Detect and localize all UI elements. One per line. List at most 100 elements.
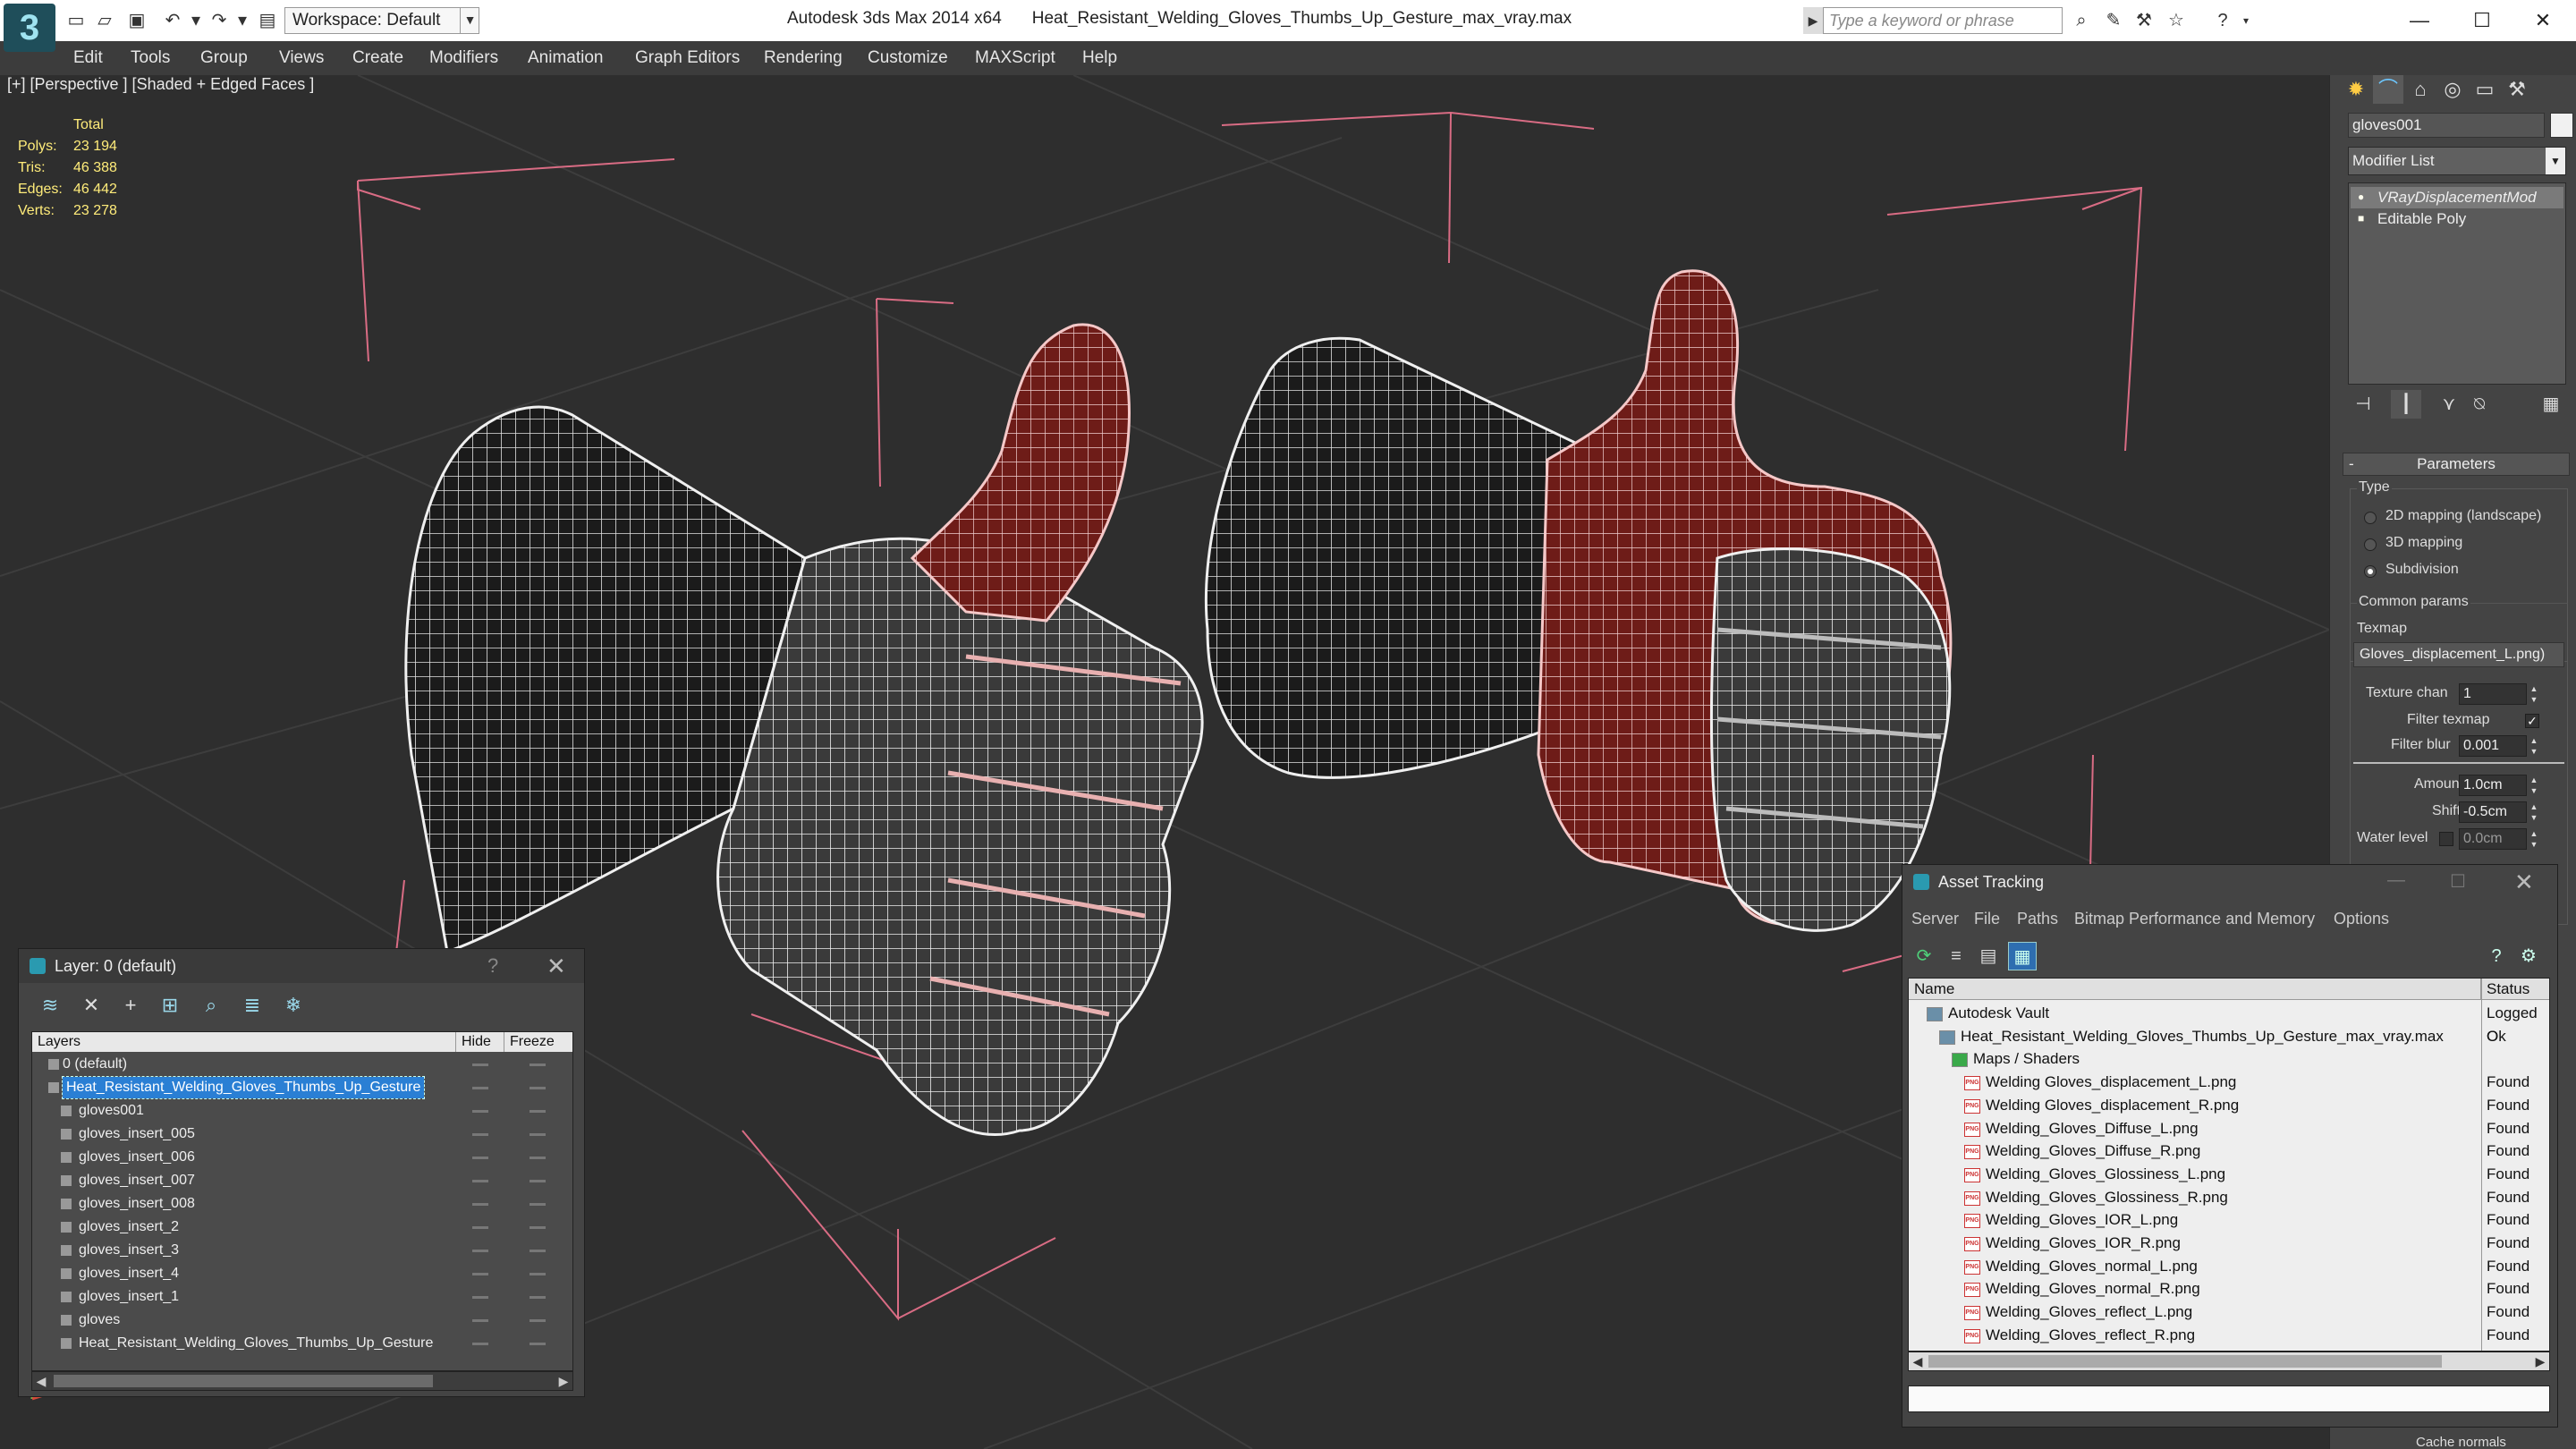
spinner-icon[interactable]: ▲ ▼ (2529, 775, 2539, 796)
utilities-tab-icon[interactable]: ⚒ (2502, 75, 2532, 104)
freeze-all-icon[interactable]: ❄ (276, 990, 310, 1021)
object-row[interactable]: gloves_insert_1 (32, 1286, 572, 1308)
layer-name[interactable]: gloves (79, 1309, 120, 1331)
table-view-icon[interactable]: ▦ (2008, 942, 2037, 970)
menu-views[interactable]: Views (279, 41, 324, 75)
open-file-icon[interactable]: ▱ (93, 9, 116, 32)
help-icon[interactable]: ? (2482, 942, 2511, 970)
hide-toggle[interactable] (472, 1319, 488, 1322)
viewport-label[interactable]: [+] [Perspective ] [Shaded + Edged Faces… (7, 75, 314, 94)
stack-item-editable-poly[interactable]: ■ Editable Poly (2351, 208, 2563, 230)
spinner-icon[interactable]: ▲ ▼ (2529, 683, 2539, 705)
layer-row[interactable]: 0 (default) (32, 1054, 572, 1075)
remove-modifier-icon[interactable]: ⍉ (2464, 390, 2495, 419)
hide-toggle[interactable] (472, 1343, 488, 1345)
freeze-toggle[interactable] (530, 1226, 546, 1229)
asset-row[interactable]: PNG Welding_Gloves_normal_R.png Found (1909, 1277, 2549, 1301)
layer-name[interactable]: gloves_insert_2 (79, 1216, 179, 1238)
radio-subdivision[interactable] (2364, 565, 2377, 578)
layer-name[interactable]: Heat_Resistant_Welding_Gloves_Thumbs_Up_… (79, 1333, 433, 1354)
stack-item-vray-displacement[interactable]: ● VRayDisplacementMod (2351, 187, 2563, 208)
object-row[interactable]: gloves_insert_3 (32, 1240, 572, 1261)
at-menu-server[interactable]: Server (1911, 910, 1959, 928)
scroll-thumb[interactable] (1928, 1355, 2442, 1368)
menu-tools[interactable]: Tools (131, 41, 170, 75)
menu-group[interactable]: Group (200, 41, 248, 75)
object-row[interactable]: Heat_Resistant_Welding_Gloves_Thumbs_Up_… (32, 1333, 572, 1354)
help-button[interactable]: ? (487, 954, 498, 978)
layer-name[interactable]: 0 (default) (63, 1054, 127, 1075)
at-menu-bitmap-performance[interactable]: Bitmap Performance and Memory (2074, 910, 2315, 928)
close-button[interactable]: ✕ (2514, 869, 2534, 896)
object-color-swatch[interactable] (2550, 113, 2573, 138)
options-icon[interactable]: ⚙ (2514, 942, 2543, 970)
layer-name[interactable]: gloves_insert_006 (79, 1147, 195, 1168)
expand-plus-icon[interactable]: ■ (2358, 212, 2368, 225)
freeze-toggle[interactable] (530, 1273, 546, 1275)
at-menu-options[interactable]: Options (2334, 910, 2389, 928)
freeze-toggle[interactable] (530, 1157, 546, 1159)
water-level-checkbox[interactable] (2439, 832, 2453, 846)
maximize-button[interactable]: ☐ (2450, 870, 2466, 893)
col-layers[interactable]: Layers (32, 1032, 456, 1052)
minimize-button[interactable]: — (2390, 4, 2449, 38)
asset-row[interactable]: Autodesk Vault Logged O (1909, 1002, 2549, 1045)
object-name-field[interactable]: gloves001 (2348, 113, 2545, 138)
add-icon[interactable]: + (114, 990, 148, 1021)
freeze-toggle[interactable] (530, 1110, 546, 1113)
hide-all-icon[interactable]: ≣ (235, 990, 269, 1021)
menu-graph-editors[interactable]: Graph Editors (635, 41, 740, 75)
asset-row[interactable]: PNG Welding_Gloves_IOR_R.png Found (1909, 1232, 2549, 1255)
freeze-toggle[interactable] (530, 1133, 546, 1136)
layer-row[interactable]: Heat_Resistant_Welding_Gloves_Thumbs_Up_… (32, 1076, 572, 1099)
texture-chan-input[interactable]: 1 (2459, 683, 2527, 705)
object-row[interactable]: gloves_insert_007 (32, 1170, 572, 1191)
col-status[interactable]: Status (2481, 979, 2549, 1000)
object-row[interactable]: gloves_insert_005 (32, 1123, 572, 1145)
freeze-toggle[interactable] (530, 1203, 546, 1206)
spinner-icon[interactable]: ▲ ▼ (2529, 828, 2539, 850)
select-icon[interactable]: ⊞ (153, 990, 187, 1021)
scroll-thumb[interactable] (54, 1375, 433, 1387)
freeze-toggle[interactable] (530, 1343, 546, 1345)
asset-row[interactable]: PNG Welding_Gloves_Diffuse_L.png Found (1909, 1117, 2549, 1140)
shift-input[interactable]: -0.5cm (2459, 801, 2527, 823)
hide-toggle[interactable] (472, 1110, 488, 1113)
water-level-input[interactable]: 0.0cm (2459, 828, 2527, 850)
show-end-result-icon[interactable]: ┃ (2391, 390, 2421, 419)
col-freeze[interactable]: Freeze (504, 1032, 572, 1052)
freeze-toggle[interactable] (530, 1296, 546, 1299)
menu-modifiers[interactable]: Modifiers (429, 41, 498, 75)
menu-animation[interactable]: Animation (528, 41, 604, 75)
spinner-icon[interactable]: ▲ ▼ (2529, 735, 2539, 757)
asset-row[interactable]: PNG Welding_Gloves_Diffuse_R.png Found (1909, 1140, 2549, 1163)
create-tab-icon[interactable]: ✹ (2341, 75, 2371, 104)
search-expand-icon[interactable]: ▶ (1803, 7, 1823, 34)
hide-toggle[interactable] (472, 1296, 488, 1299)
hide-toggle[interactable] (472, 1063, 488, 1066)
asset-row[interactable]: PNG Welding Gloves_displacement_L.png Foun… (1909, 1071, 2549, 1094)
hierarchy-tab-icon[interactable]: ⌂ (2405, 75, 2436, 104)
refresh-icon[interactable]: ⟳ (1910, 942, 1938, 970)
menu-edit[interactable]: Edit (73, 41, 103, 75)
chevron-down-icon[interactable]: ▼ (460, 7, 479, 34)
list-view-icon[interactable]: ≡ (1942, 942, 1970, 970)
hide-toggle[interactable] (472, 1250, 488, 1252)
project-folder-icon[interactable]: ▤ (256, 9, 279, 32)
communication-center-icon[interactable]: ✎ (2102, 9, 2125, 32)
help-icon[interactable]: ? (2211, 9, 2234, 32)
object-row[interactable]: gloves001 (32, 1100, 572, 1122)
asset-row[interactable]: PNG Welding_Gloves_reflect_L.png Found (1909, 1301, 2549, 1324)
layer-name[interactable]: gloves_insert_008 (79, 1193, 195, 1215)
parameters-rollout-header[interactable]: - Parameters (2343, 453, 2570, 476)
app-logo-icon[interactable]: 3 (4, 4, 55, 52)
freeze-toggle[interactable] (530, 1063, 546, 1066)
pin-stack-icon[interactable]: ⊣ (2348, 390, 2378, 419)
menu-maxscript[interactable]: MAXScript (975, 41, 1055, 75)
filter-blur-input[interactable]: 0.001 (2459, 735, 2527, 757)
asset-row[interactable]: Maps / Shaders (1909, 1047, 2549, 1071)
hide-toggle[interactable] (472, 1087, 488, 1089)
menu-customize[interactable]: Customize (868, 41, 948, 75)
asset-tracking-titlebar[interactable]: Asset Tracking — ☐ ✕ (1902, 865, 2557, 899)
filter-texmap-checkbox[interactable]: ✓ (2525, 714, 2539, 728)
